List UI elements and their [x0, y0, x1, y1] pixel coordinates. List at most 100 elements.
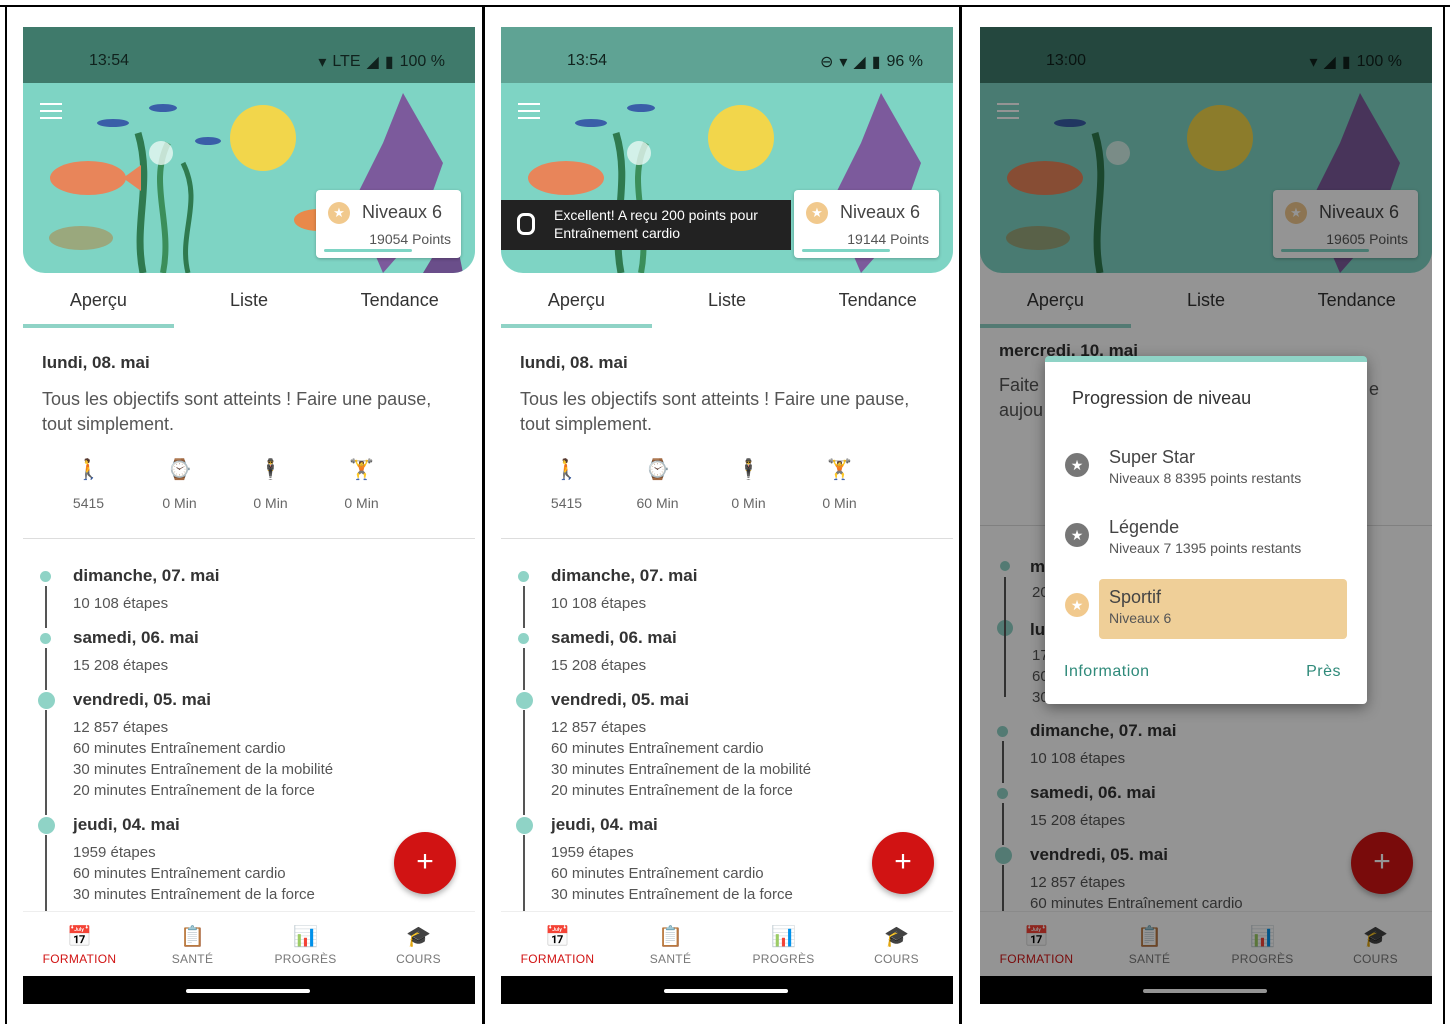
timeline-detail: 30 minutes Entraînement de la mobilité [73, 761, 334, 778]
close-button[interactable]: Près [1306, 663, 1341, 681]
metric-strength: 🏋 0 Min [316, 457, 407, 511]
level-card[interactable]: ★ Niveaux 6 19054 Points [316, 190, 461, 258]
watch-icon: ⌚ [645, 459, 670, 481]
home-gesture-handle[interactable] [186, 989, 310, 993]
timeline-detail: 30 minutes Entraînement de la force [73, 886, 315, 903]
battery-level: 100 % [399, 53, 445, 70]
network-label: LTE [332, 53, 361, 70]
dumbbell-icon: 🏋 [349, 459, 374, 481]
signal-icon: ◢ [853, 54, 866, 71]
person-icon: 🕴 [736, 459, 761, 481]
nav-cours[interactable]: 🎓 COURS [840, 912, 953, 976]
nav-label: SANTÉ [171, 952, 214, 966]
level-meta: Niveaux 8 8395 points restants [1109, 470, 1302, 486]
level-name: Super Star [1109, 447, 1196, 467]
level-item-sportif[interactable]: ★ Sportif Niveaux 6 [1065, 579, 1347, 639]
system-nav-bar [23, 976, 475, 1004]
tab-bar: Aperçu Liste Tendance [501, 282, 953, 328]
timeline-line [45, 586, 47, 628]
timeline-dot [38, 817, 55, 834]
level-item-super-star[interactable]: ★ Super Star Niveaux 8 8395 points restan… [1065, 439, 1347, 499]
timeline-detail: 15 208 étapes [73, 657, 169, 674]
timeline-dot [518, 633, 529, 644]
bottom-navigation: 📅 FORMATION 📋 SANTÉ 📊 PROGRÈS 🎓 COURS [501, 911, 953, 976]
information-button[interactable]: Information [1064, 663, 1150, 681]
toast-notification: Excellent! A reçu 200 points pour Entraî… [501, 200, 791, 250]
timeline-date: samedi, 06. mai [73, 628, 199, 647]
nav-progres[interactable]: 📊 PROGRÈS [249, 912, 362, 976]
nav-label: FORMATION [520, 952, 595, 966]
timeline-detail: 60 minutes Entraînement cardio [551, 740, 764, 757]
wifi-icon: ▾ [318, 54, 327, 71]
nav-sante[interactable]: 📋 SANTÉ [136, 912, 249, 976]
timeline-dot [38, 692, 55, 709]
timeline-item[interactable]: vendredi, 05. mai 12 857 étapes 60 minute… [38, 690, 460, 815]
star-icon: ★ [1065, 523, 1089, 547]
battery-level: 96 % [886, 53, 923, 70]
battery-icon: ▮ [384, 54, 394, 71]
dnd-icon: ⊖ [819, 54, 834, 71]
tab-tendance[interactable]: Tendance [324, 282, 475, 328]
bottom-navigation: 📅 FORMATION 📋 SANTÉ 📊 PROGRÈS 🎓 COURS [23, 911, 475, 976]
nav-label: PROGRÈS [752, 952, 815, 966]
timeline-item[interactable]: vendredi, 05. mai 12 857 étapes 60 minute… [516, 690, 938, 815]
nav-label: SANTÉ [649, 952, 692, 966]
tab-liste[interactable]: Liste [652, 282, 803, 328]
walking-icon: 🚶 [76, 459, 101, 481]
nav-label: PROGRÈS [274, 952, 337, 966]
metric-steps: 🚶 5415 [521, 457, 612, 511]
day-summary: lundi, 08. mai Tous les objectifs sont a… [42, 353, 462, 437]
timeline-line [523, 710, 525, 815]
day-date: lundi, 08. mai [42, 353, 150, 372]
metric-value: 0 Min [822, 495, 857, 511]
timeline-line [523, 586, 525, 628]
timeline-item[interactable]: samedi, 06. mai 15 208 étapes [40, 628, 460, 690]
graduation-cap-icon: 🎓 [884, 926, 909, 948]
timeline-item[interactable]: dimanche, 07. mai 10 108 étapes [518, 566, 938, 628]
timeline-date: dimanche, 07. mai [551, 566, 698, 585]
tab-liste[interactable]: Liste [174, 282, 325, 328]
timeline-detail: 10 108 étapes [73, 595, 169, 612]
timeline-item[interactable]: samedi, 06. mai 15 208 étapes [518, 628, 938, 690]
timeline-detail: 20 minutes Entraînement de la force [551, 782, 793, 799]
tab-apercu[interactable]: Aperçu [501, 282, 652, 328]
metric-cardio: ⌚ 60 Min [612, 457, 703, 511]
nav-progres[interactable]: 📊 PROGRÈS [727, 912, 840, 976]
level-item-legende[interactable]: ★ Légende Niveaux 7 1395 points restants [1065, 509, 1347, 569]
timeline-detail: 15 208 étapes [551, 657, 647, 674]
calendar-icon: 📅 [67, 926, 92, 948]
add-button[interactable]: + [394, 832, 456, 894]
add-button[interactable]: + [872, 832, 934, 894]
timeline-detail: 30 minutes Entraînement de la mobilité [551, 761, 812, 778]
metric-value: 0 Min [253, 495, 288, 511]
tab-tendance[interactable]: Tendance [802, 282, 953, 328]
timeline-line [523, 648, 525, 690]
star-icon: ★ [1065, 593, 1089, 617]
metric-mobility: 🕴 0 Min [225, 457, 316, 511]
phone-screen-1: 13:54 ▾ LTE ◢ ▮ 100 % ★ Niveaux 6 19054 … [23, 27, 475, 1004]
level-progress-bar [324, 249, 412, 252]
dialog-title: Progression de niveau [1072, 388, 1252, 408]
level-label: Niveaux 6 [840, 202, 921, 222]
timeline-detail: 10 108 étapes [551, 595, 647, 612]
toast-text: Excellent! A reçu 200 points pour Entraî… [554, 207, 758, 241]
tab-apercu[interactable]: Aperçu [23, 282, 174, 328]
status-time: 13:54 [567, 52, 608, 69]
metric-cardio: ⌚ 0 Min [134, 457, 225, 511]
timeline-item[interactable]: dimanche, 07. mai 10 108 étapes [40, 566, 460, 628]
home-gesture-handle[interactable] [664, 989, 788, 993]
level-card[interactable]: ★ Niveaux 6 19144 Points [794, 190, 939, 258]
level-progress-bar [802, 249, 890, 252]
phone-screen-2: 13:54 ⊖ ▾ ◢ ▮ 96 % Excellent! A reçu 200… [501, 27, 953, 1004]
dumbbell-icon: 🏋 [827, 459, 852, 481]
metric-strength: 🏋 0 Min [794, 457, 885, 511]
nav-formation[interactable]: 📅 FORMATION [501, 912, 614, 976]
timeline-detail: 30 minutes Entraînement de la force [551, 886, 793, 903]
tab-bar: Aperçu Liste Tendance [23, 282, 475, 328]
nav-cours[interactable]: 🎓 COURS [362, 912, 475, 976]
timeline-date: jeudi, 04. mai [73, 815, 180, 834]
nav-formation[interactable]: 📅 FORMATION [23, 912, 136, 976]
star-icon: ★ [328, 202, 350, 224]
timeline-date: vendredi, 05. mai [73, 690, 211, 709]
nav-sante[interactable]: 📋 SANTÉ [614, 912, 727, 976]
